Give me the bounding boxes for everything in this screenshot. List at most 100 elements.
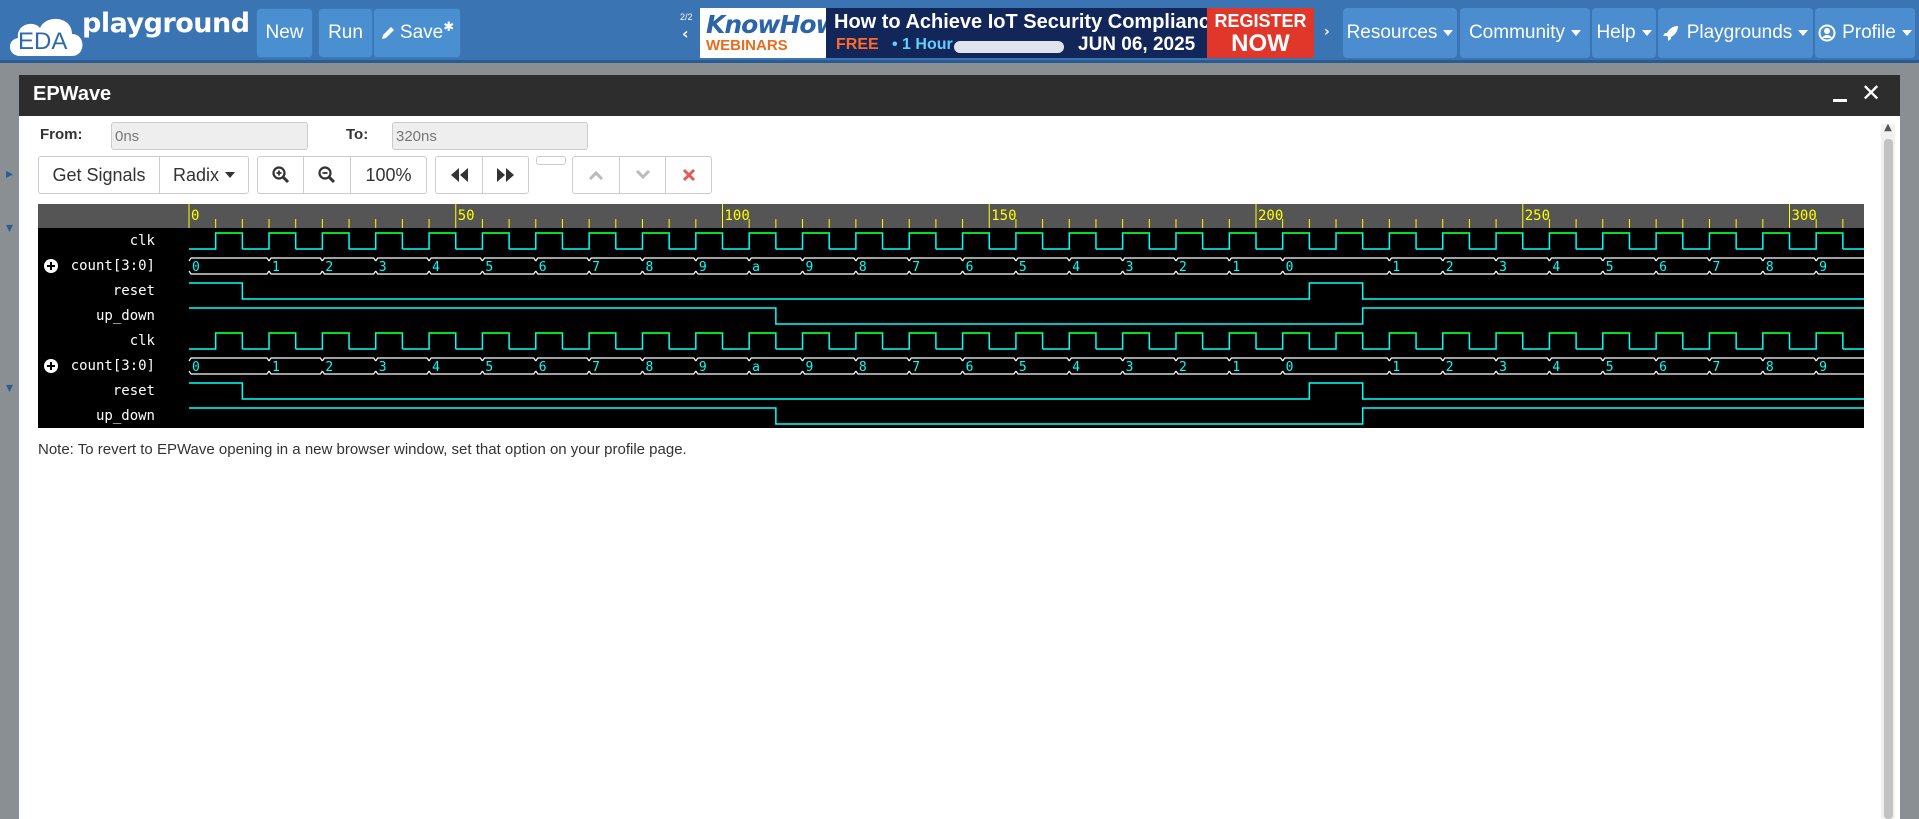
nav-community[interactable]: Community [1460,8,1590,58]
go-to-end-button[interactable] [482,156,529,194]
bus-value-label: 6 [539,260,547,275]
waveform-viewer[interactable]: 0 50 100 150 200 250 300clkcount[3:0] 0 1 2 3 4 5 6 7 8… [38,204,1864,428]
bus-value-label: 2 [325,360,333,375]
go-to-start-button[interactable] [435,156,483,194]
bus-value-label: 3 [1126,360,1134,375]
rocket-icon [1662,26,1678,41]
from-time-input[interactable] [111,122,308,150]
logo-eda-text: EDA [18,28,68,55]
bus-value-label: 3 [1126,260,1134,275]
bus-value-label: 5 [1606,260,1614,275]
unsaved-marker: ✱ [443,19,455,34]
bus-value-label: 5 [485,360,493,375]
bus-value-label: a [752,360,760,375]
nav-profile-label: Profile [1842,22,1896,43]
banner-free: FREE [836,36,879,53]
bus-value-label: 7 [1712,260,1720,275]
run-button-label: Run [328,22,363,43]
chevron-down-icon [1571,30,1582,36]
bus-segment [1282,357,1390,375]
signal-name-label: reset [113,283,155,299]
bus-value-label: a [752,260,760,275]
bus-segment [1282,257,1390,275]
get-signals-label: Get Signals [52,164,146,185]
zoom-in-button[interactable] [257,156,304,194]
fast-backward-icon [451,168,468,182]
modal-header: EPWave ✕ [19,75,1900,116]
nav-profile[interactable]: Profile [1815,8,1915,58]
bus-value-label: 1 [1232,260,1240,275]
bus-value-label: 8 [859,360,867,375]
bus-value-label: 1 [272,360,280,375]
bus-value-label: 9 [699,260,707,275]
banner-headline: How to Achieve IoT Security Compliance [834,11,1222,33]
logo-playground-text: playground [82,8,250,39]
webinar-banner[interactable]: KnowHow WEBINARS How to Achieve IoT Secu… [700,8,1314,58]
bus-value-label: 9 [1819,360,1827,375]
bus-value-label: 0 [1286,260,1294,275]
carousel-next-icon[interactable]: › [1324,24,1330,40]
bus-value-label: 2 [325,260,333,275]
carousel-prev-icon[interactable]: ‹ [682,24,689,43]
bus-value-label: 9 [1819,260,1827,275]
bus-value-label: 8 [859,260,867,275]
run-button[interactable]: Run [318,8,373,58]
bus-value-label: 3 [1499,360,1507,375]
move-signal-down-button[interactable] [619,156,666,194]
radix-dropdown[interactable]: Radix [159,156,249,194]
bus-value-label: 9 [806,360,814,375]
bus-value-label: 2 [1179,360,1187,375]
ruler-tick-label: 100 [725,208,750,224]
bus-value-label: 8 [645,260,653,275]
chevron-down-icon [1641,30,1652,36]
eda-playground-logo[interactable]: EDA playground [4,6,250,58]
bus-value-label: 9 [806,260,814,275]
zoom-out-button[interactable] [303,156,351,194]
bus-value-label: 3 [379,260,387,275]
search-signal-field[interactable] [536,156,566,165]
radix-label: Radix [172,164,220,185]
move-signal-up-button[interactable] [572,156,620,194]
bus-value-label: 3 [379,360,387,375]
close-icon [682,168,695,182]
to-time-input[interactable] [392,122,588,150]
chevron-down-icon [225,172,236,178]
ruler-tick-label: 150 [991,208,1016,224]
chevron-up-icon [588,170,604,180]
get-signals-button[interactable]: Get Signals [38,156,160,194]
scrollbar-thumb[interactable] [1884,139,1893,819]
bus-value-label: 6 [1659,260,1667,275]
modal-title: EPWave [33,83,112,105]
remove-signal-button[interactable] [665,156,712,194]
up_down-waveform [189,407,1864,425]
bus-segment [188,257,270,275]
from-label: From: [40,126,83,143]
bus-value-label: 7 [912,260,920,275]
zoom-level-display[interactable]: 100% [350,156,427,194]
bus-value-label: 5 [485,260,493,275]
save-button-label: Save [399,22,444,43]
bus-value-label: 8 [1766,360,1774,375]
reset-waveform [189,282,1864,300]
bus-value-label: 1 [1392,260,1400,275]
new-button[interactable]: New [256,8,313,58]
bus-value-label: 4 [1072,360,1080,375]
banner-register-button[interactable]: REGISTER NOW [1207,8,1314,58]
zoom-in-icon [271,166,289,184]
bus-value-label: 5 [1606,360,1614,375]
pencil-icon [381,27,394,39]
nav-resources[interactable]: Resources [1343,8,1457,58]
bus-value-label: 6 [1659,360,1667,375]
scroll-up-icon[interactable]: ▲ [1881,122,1895,136]
ruler-tick-label: 250 [1525,208,1550,224]
new-button-label: New [265,22,304,43]
save-button[interactable]: Save ✱ [373,8,461,58]
nav-playgrounds[interactable]: Playgrounds [1658,8,1813,58]
minimize-icon[interactable] [1831,81,1849,105]
nav-community-label: Community [1468,22,1566,43]
signal-name-label: clk [130,233,156,249]
nav-help[interactable]: Help [1592,8,1656,58]
chevron-down-icon [1901,30,1912,36]
bus-value-label: 5 [1019,360,1027,375]
close-icon[interactable]: ✕ [1861,79,1881,107]
